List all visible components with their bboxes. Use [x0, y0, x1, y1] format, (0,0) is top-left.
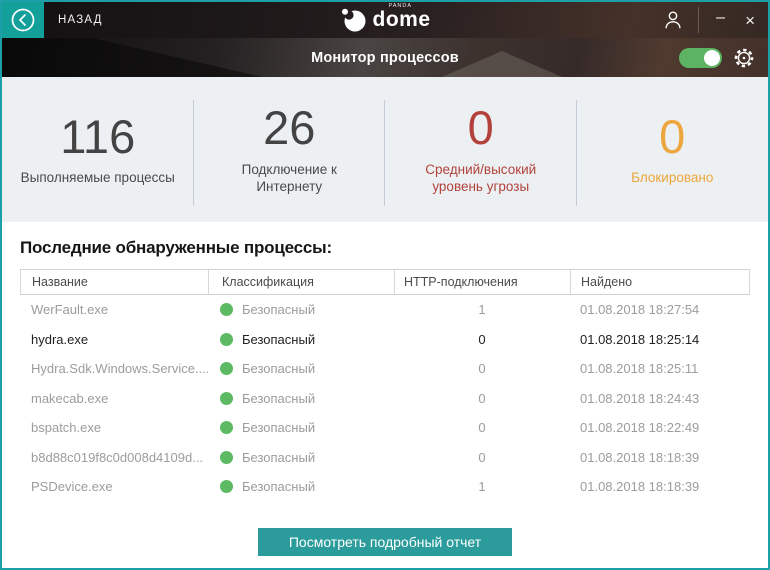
classification-label: Безопасный: [242, 331, 316, 347]
safe-status-dot-icon: [220, 480, 233, 494]
titlebar: НАЗАД panda dome –: [2, 2, 768, 38]
found-date: 01.08.2018 18:27:54: [580, 302, 700, 318]
table-row[interactable]: hydra.exe Безопасный 0 01.08.2018 18:25:…: [20, 325, 750, 355]
found-date: 01.08.2018 18:18:39: [580, 479, 700, 495]
found-date: 01.08.2018 18:22:49: [580, 420, 700, 436]
stat-label: Выполняемые процессы: [20, 170, 175, 186]
table-row[interactable]: b8d88c019f8c0d008d4109d... Безопасный 0 …: [20, 443, 750, 473]
mountain-peak: [442, 51, 562, 77]
stat-internet-connections: 26 Подключение к Интернету: [194, 77, 386, 222]
safe-status-dot-icon: [220, 450, 233, 464]
monitor-toggle[interactable]: [679, 47, 722, 68]
http-connections: 1: [478, 479, 486, 495]
subheader: Монитор процессов: [2, 38, 768, 77]
http-connections: 0: [478, 449, 486, 465]
process-name: PSDevice.exe: [31, 479, 113, 495]
column-header-http: HTTP-подключения: [394, 270, 570, 294]
classification-label: Безопасный: [242, 361, 316, 377]
account-icon[interactable]: [662, 9, 684, 31]
table-header: Название Классификация HTTP-подключения …: [20, 269, 750, 295]
classification-label: Безопасный: [242, 420, 316, 436]
table-row[interactable]: Hydra.Sdk.Windows.Service.... Безопасный…: [20, 354, 750, 384]
process-name: b8d88c019f8c0d008d4109d...: [31, 449, 204, 465]
stat-running-processes: 116 Выполняемые процессы: [2, 77, 194, 222]
titlebar-divider: [698, 7, 700, 33]
safe-status-dot-icon: [220, 303, 233, 317]
minimize-button[interactable]: –: [713, 10, 728, 26]
stat-label: Подключение к Интернету: [241, 161, 337, 194]
stat-value: 116: [60, 109, 136, 163]
process-name: hydra.exe: [31, 331, 89, 347]
found-date: 01.08.2018 18:25:11: [580, 361, 699, 377]
stat-threat-level: 0 Средний/высокий уровень угрозы: [385, 77, 577, 222]
table-row[interactable]: bspatch.exe Безопасный 0 01.08.2018 18:2…: [20, 413, 750, 443]
mountain-silhouette: [2, 38, 262, 77]
stat-value: 26: [263, 101, 316, 155]
settings-gear-icon[interactable]: [732, 46, 756, 70]
section-title: Последние обнаруженные процессы:: [20, 238, 332, 257]
main-content: Последние обнаруженные процессы: Названи…: [2, 222, 768, 568]
table-row[interactable]: WerFault.exe Безопасный 1 01.08.2018 18:…: [20, 295, 750, 325]
http-connections: 0: [478, 331, 486, 347]
stat-blocked: 0 Блокировано: [577, 77, 769, 222]
process-table-body: WerFault.exe Безопасный 1 01.08.2018 18:…: [20, 295, 750, 502]
classification-label: Безопасный: [242, 449, 316, 465]
process-name: makecab.exe: [31, 390, 109, 406]
stats-panel: 116 Выполняемые процессы 26 Подключение …: [2, 77, 768, 222]
stat-label: Средний/высокий уровень угрозы: [425, 161, 537, 194]
found-date: 01.08.2018 18:25:14: [580, 331, 700, 347]
table-row[interactable]: makecab.exe Безопасный 0 01.08.2018 18:2…: [20, 384, 750, 414]
stat-value: 0: [659, 109, 686, 163]
http-connections: 0: [478, 361, 486, 377]
page-title: Монитор процессов: [311, 49, 459, 66]
back-chevron-icon: [10, 7, 36, 33]
classification-label: Безопасный: [242, 390, 316, 406]
column-header-classification: Классификация: [208, 270, 394, 294]
process-name: bspatch.exe: [31, 420, 102, 436]
footer: Посмотреть подробный отчет: [20, 528, 750, 568]
http-connections: 1: [478, 302, 486, 318]
view-report-button[interactable]: Посмотреть подробный отчет: [258, 528, 512, 556]
column-header-name: Название: [20, 270, 208, 294]
http-connections: 0: [478, 420, 486, 436]
safe-status-dot-icon: [220, 332, 233, 346]
stat-value: 0: [467, 101, 494, 155]
toggle-knob: [704, 49, 720, 66]
table-row[interactable]: PSDevice.exe Безопасный 1 01.08.2018 18:…: [20, 472, 750, 502]
brand-small-label: panda: [388, 3, 413, 9]
safe-status-dot-icon: [220, 362, 233, 376]
found-date: 01.08.2018 18:18:39: [580, 449, 700, 465]
classification-label: Безопасный: [242, 479, 316, 495]
safe-status-dot-icon: [220, 391, 233, 405]
process-name: WerFault.exe: [31, 302, 109, 318]
process-table: Название Классификация HTTP-подключения …: [20, 269, 750, 502]
back-button[interactable]: [2, 2, 44, 38]
panda-logo-icon: [339, 7, 366, 33]
found-date: 01.08.2018 18:24:43: [580, 390, 700, 406]
back-label[interactable]: НАЗАД: [58, 14, 103, 26]
close-button[interactable]: ×: [742, 12, 758, 29]
classification-label: Безопасный: [242, 302, 316, 318]
process-name: Hydra.Sdk.Windows.Service....: [31, 361, 208, 377]
safe-status-dot-icon: [220, 421, 233, 435]
brand-logo: panda dome: [339, 3, 431, 33]
stat-label: Блокировано: [631, 170, 714, 186]
app-window: НАЗАД panda dome –: [0, 0, 770, 570]
http-connections: 0: [478, 390, 486, 406]
column-header-found: Найдено: [570, 270, 749, 294]
brand-label: dome: [372, 8, 431, 31]
